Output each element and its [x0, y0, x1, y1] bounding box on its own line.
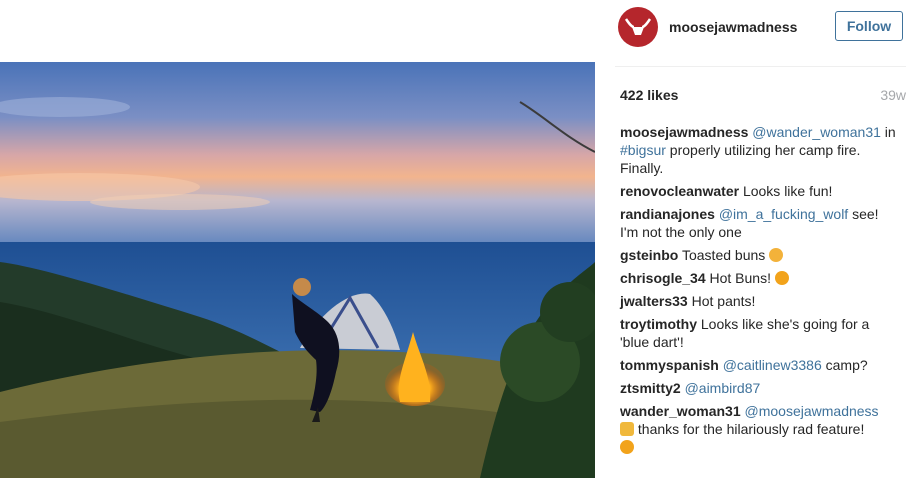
- ok-hand-emoji-icon: [769, 248, 784, 262]
- comment: tommyspanish @caitlinew3386 camp?: [620, 356, 900, 374]
- comment-username[interactable]: moosejawmadness: [620, 124, 748, 140]
- mention-link[interactable]: @aimbird87: [685, 380, 761, 396]
- comment: troytimothy Looks like she's going for a…: [620, 315, 900, 351]
- post-header: moosejawmadness Follow: [595, 0, 916, 60]
- comment-text: camp?: [821, 357, 868, 373]
- laughing-emoji-icon: [620, 440, 634, 454]
- comment: ztsmitty2 @aimbird87: [620, 379, 900, 397]
- comment-username[interactable]: troytimothy: [620, 316, 697, 332]
- username[interactable]: moosejawmadness: [669, 19, 797, 35]
- comment: wander_woman31 @moosejawmadness thanks f…: [620, 402, 900, 456]
- mention-link[interactable]: @wander_woman31: [752, 124, 881, 140]
- comment-username[interactable]: gsteinbo: [620, 247, 678, 263]
- comment: gsteinbo Toasted buns: [620, 246, 900, 264]
- likes-count[interactable]: 422 likes: [620, 87, 678, 103]
- comment-text: Toasted buns: [678, 247, 766, 263]
- follow-button[interactable]: Follow: [835, 11, 903, 41]
- comment: moosejawmadness @wander_woman31 in #bigs…: [620, 123, 900, 177]
- comment-username[interactable]: randianajones: [620, 206, 715, 222]
- comment-text: in: [880, 124, 896, 140]
- comment-username[interactable]: tommyspanish: [620, 357, 719, 373]
- hashtag-link[interactable]: #bigsur: [620, 142, 666, 158]
- comment-username[interactable]: ztsmitty2: [620, 380, 681, 396]
- comment: chrisogle_34 Hot Buns!: [620, 269, 900, 287]
- comment-username[interactable]: renovocleanwater: [620, 183, 739, 199]
- post-photo[interactable]: [0, 62, 595, 478]
- grinning-emoji-icon: [774, 271, 789, 285]
- mention-link[interactable]: @moosejawmadness: [745, 403, 879, 419]
- comment-text: Hot Buns!: [705, 270, 771, 286]
- avatar[interactable]: [618, 7, 658, 47]
- comment-text: Looks like fun!: [739, 183, 833, 199]
- comment-text: Hot pants!: [687, 293, 756, 309]
- comment-text: thanks for the hilariously rad feature!: [634, 421, 865, 437]
- comment-username[interactable]: chrisogle_34: [620, 270, 706, 286]
- post-sidebar: moosejawmadness Follow 422 likes 39w moo…: [595, 0, 916, 478]
- comment-list: moosejawmadness @wander_woman31 in #bigs…: [620, 123, 900, 461]
- post-age[interactable]: 39w: [880, 87, 906, 103]
- comment-username[interactable]: wander_woman31: [620, 403, 741, 419]
- mention-link[interactable]: @im_a_fucking_wolf: [719, 206, 848, 222]
- moose-logo-icon: [624, 18, 652, 35]
- comment: renovocleanwater Looks like fun!: [620, 182, 900, 200]
- comment-username[interactable]: jwalters33: [620, 293, 688, 309]
- raised-hands-emoji-icon: [620, 422, 634, 436]
- comment: jwalters33 Hot pants!: [620, 292, 900, 310]
- comment: randianajones @im_a_fucking_wolf see! I'…: [620, 205, 900, 241]
- mention-link[interactable]: @caitlinew3386: [723, 357, 822, 373]
- divider: [615, 66, 906, 67]
